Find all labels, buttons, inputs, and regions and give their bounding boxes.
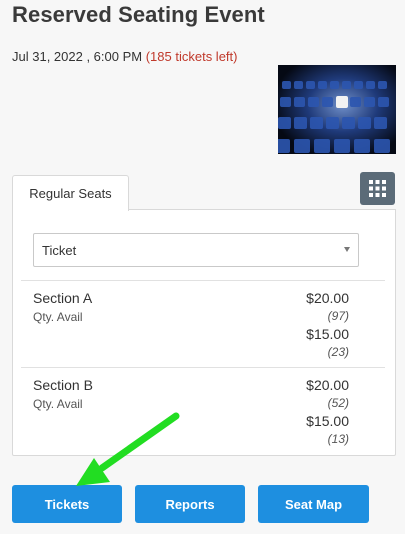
divider [21, 280, 385, 281]
seat-map-button[interactable]: Seat Map [258, 485, 369, 523]
arrow-icon [76, 412, 180, 486]
section-a-price-1: $20.00 [306, 290, 349, 306]
divider [21, 367, 385, 368]
ticket-type-select[interactable]: Ticket [33, 233, 359, 267]
tab-regular-seats[interactable]: Regular Seats [12, 175, 129, 211]
event-image [278, 65, 396, 154]
section-b-avail-2: (13) [327, 432, 349, 446]
grid-icon [369, 180, 386, 197]
seat-map-button-label: Seat Map [284, 496, 343, 512]
event-date: Jul 31, 2022 , 6:00 PM [12, 49, 143, 64]
reports-button[interactable]: Reports [135, 485, 245, 523]
tickets-button[interactable]: Tickets [12, 485, 122, 523]
section-b-name: Section B [33, 377, 93, 393]
grid-view-button[interactable] [360, 172, 395, 205]
tickets-button-label: Tickets [44, 496, 90, 512]
tab-label: Regular Seats [29, 186, 112, 201]
chevron-down-icon [344, 247, 350, 252]
section-a-qty-label: Qty. Avail [33, 310, 83, 324]
section-a-price-2: $15.00 [306, 326, 349, 342]
reports-button-label: Reports [165, 496, 215, 512]
section-b-avail-1: (52) [327, 396, 349, 410]
ticket-type-value: Ticket [42, 243, 77, 258]
section-b-price-2: $15.00 [306, 413, 349, 429]
section-a-avail-2: (23) [327, 345, 349, 359]
section-a-name: Section A [33, 290, 93, 306]
event-title: Reserved Seating Event [12, 2, 265, 27]
theater-seats-image [278, 65, 396, 154]
event-datetime: Jul 31, 2022 , 6:00 PM (185 tickets left… [12, 49, 237, 64]
section-b-price-1: $20.00 [306, 377, 349, 393]
tickets-left: (185 tickets left) [145, 49, 238, 64]
section-a-avail-1: (97) [327, 309, 349, 323]
